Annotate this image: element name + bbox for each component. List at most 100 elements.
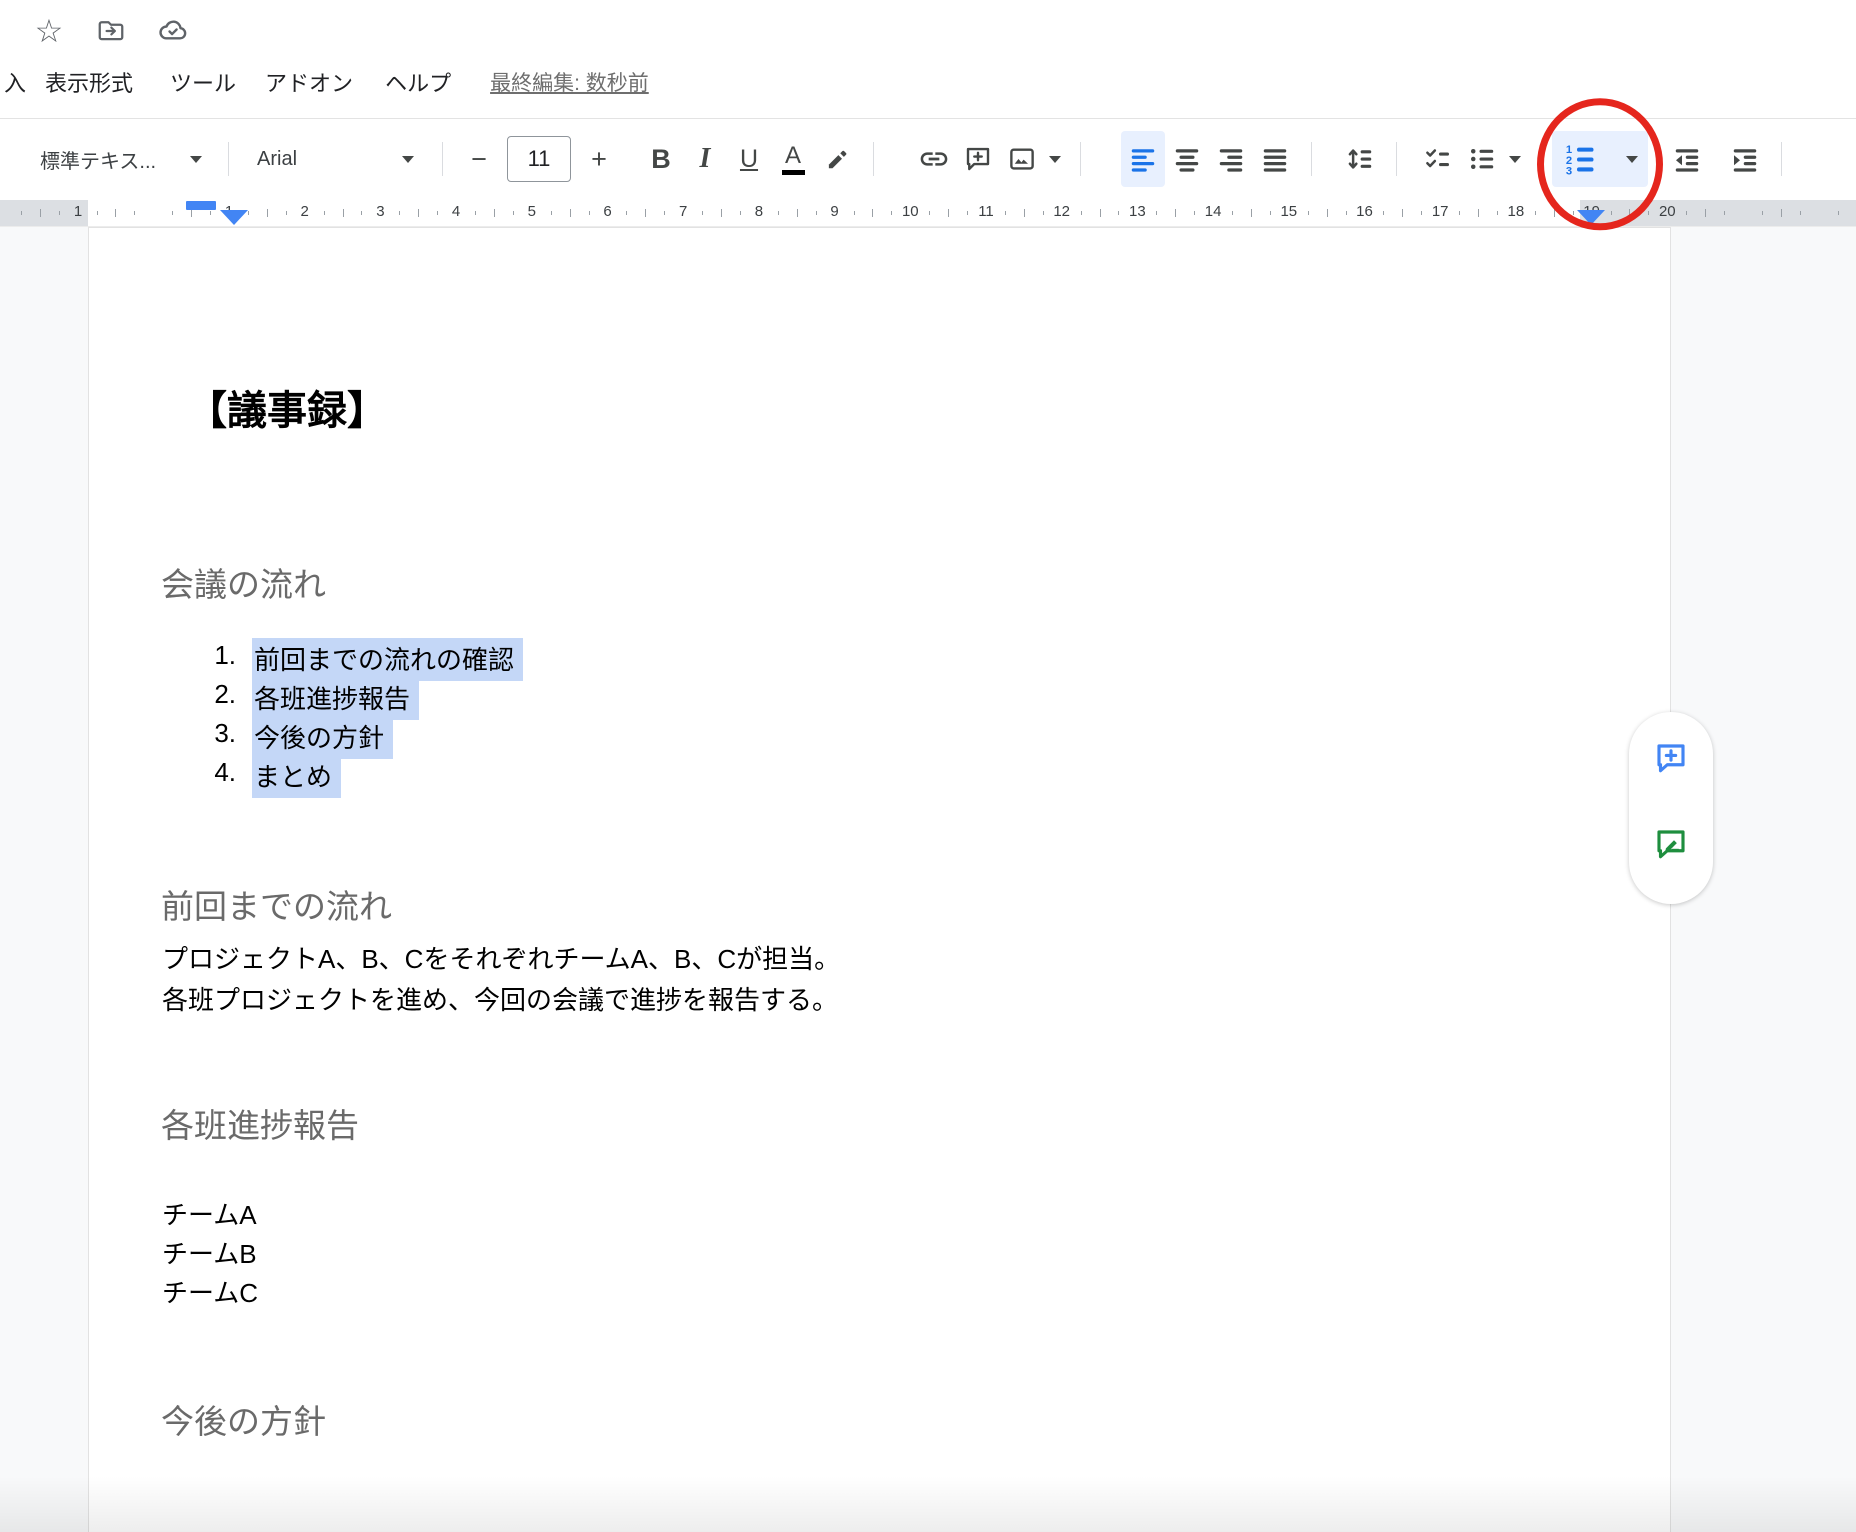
ruler-number: 3 xyxy=(365,203,395,220)
numbered-list-icon: 1 2 3 xyxy=(1562,141,1598,177)
justify-button[interactable] xyxy=(1253,131,1297,187)
increase-indent-button[interactable] xyxy=(1723,131,1767,187)
insert-image-button[interactable] xyxy=(1000,131,1044,187)
text-color-icon: A xyxy=(782,144,805,175)
list-number: 1. xyxy=(186,640,236,671)
list-item[interactable]: 3. 今後の方針 xyxy=(89,718,1670,757)
ruler-number: 2 xyxy=(290,203,320,220)
document-background: 【議事録】 会議の流れ 1. 前回までの流れの確認 2. 各班進捗報告 3. 今… xyxy=(0,227,1856,1532)
increase-font-size-button[interactable]: + xyxy=(577,131,621,187)
comment-add-icon xyxy=(963,144,993,174)
left-indent-marker[interactable] xyxy=(220,210,248,225)
heading-previous-flow[interactable]: 前回までの流れ xyxy=(161,880,392,928)
numbered-list-button-active[interactable]: 1 2 3 xyxy=(1552,131,1648,187)
link-icon xyxy=(918,143,950,175)
ruler-number: 4 xyxy=(441,203,471,220)
italic-button[interactable]: I xyxy=(683,131,727,187)
decrease-indent-button[interactable] xyxy=(1665,131,1709,187)
highlight-color-button[interactable] xyxy=(815,131,859,187)
font-family-dropdown[interactable]: Arial xyxy=(243,131,428,187)
toolbar-divider xyxy=(1080,142,1081,176)
toolbar-divider xyxy=(873,142,874,176)
menu-item-tools[interactable]: ツール xyxy=(170,66,236,98)
ruler-number: 11 xyxy=(971,203,1001,220)
ruler-number: 15 xyxy=(1274,203,1304,220)
menu-item-insert-cut[interactable]: 入 xyxy=(4,66,26,98)
list-number: 4. xyxy=(186,757,236,788)
ruler-number: 13 xyxy=(1122,203,1152,220)
selected-text[interactable]: 今後の方針 xyxy=(252,716,393,759)
last-edited-link[interactable]: 最終編集: 数秒前 xyxy=(490,67,649,97)
toolbar-divider xyxy=(228,142,229,176)
move-folder-button[interactable] xyxy=(92,12,130,50)
insert-link-button[interactable] xyxy=(912,131,956,187)
ruler-number: 6 xyxy=(593,203,623,220)
ruler-number: 16 xyxy=(1350,203,1380,220)
align-center-button[interactable] xyxy=(1165,131,1209,187)
right-indent-marker[interactable] xyxy=(1577,210,1605,225)
body-paragraph[interactable]: プロジェクトA、B、CをそれぞれチームA、B、Cが担当。 各班プロジェクトを進め… xyxy=(162,939,840,1021)
list-item[interactable]: 4. まとめ xyxy=(89,757,1670,796)
star-button[interactable]: ☆ xyxy=(30,12,68,50)
ruler-number: 8 xyxy=(744,203,774,220)
selected-text[interactable]: 各班進捗報告 xyxy=(252,677,419,720)
agenda-numbered-list: 1. 前回までの流れの確認 2. 各班進捗報告 3. 今後の方針 4. まとめ xyxy=(89,640,1670,796)
document-title-text[interactable]: 【議事録】 xyxy=(187,378,387,436)
cloud-saved-button[interactable] xyxy=(154,12,192,50)
align-right-button[interactable] xyxy=(1209,131,1253,187)
toolbar-divider xyxy=(442,142,443,176)
move-folder-icon xyxy=(96,16,126,46)
document-page[interactable]: 【議事録】 会議の流れ 1. 前回までの流れの確認 2. 各班進捗報告 3. 今… xyxy=(88,227,1671,1532)
decrease-font-size-button[interactable]: − xyxy=(457,131,501,187)
list-text: まとめ xyxy=(254,757,341,794)
list-text: 前回までの流れの確認 xyxy=(254,640,523,677)
add-comment-floating-button[interactable] xyxy=(1651,738,1691,778)
chevron-down-icon xyxy=(1509,156,1521,163)
line-spacing-button[interactable] xyxy=(1338,131,1382,187)
underline-button[interactable]: U xyxy=(727,131,771,187)
ruler-number: 9 xyxy=(820,203,850,220)
heading-team-progress[interactable]: 各班進捗報告 xyxy=(161,1099,359,1147)
edit-comment-icon xyxy=(1653,826,1689,862)
menu-item-addons[interactable]: アドオン xyxy=(265,66,353,98)
ruler-number: 20 xyxy=(1652,203,1682,220)
team-line: チームB xyxy=(162,1235,258,1274)
chevron-down-icon xyxy=(1049,156,1061,163)
ruler-number: 7 xyxy=(668,203,698,220)
list-item[interactable]: 2. 各班進捗報告 xyxy=(89,679,1670,718)
selected-text[interactable]: まとめ xyxy=(252,755,341,798)
team-list[interactable]: チームA チームB チームC xyxy=(162,1196,258,1313)
bulleted-list-button[interactable] xyxy=(1460,131,1504,187)
suggest-edit-floating-button[interactable] xyxy=(1651,824,1691,864)
insert-image-dropdown[interactable] xyxy=(1044,131,1066,187)
cloud-check-icon xyxy=(157,15,189,47)
ruler-number: 10 xyxy=(895,203,925,220)
add-comment-button[interactable] xyxy=(956,131,1000,187)
bold-button[interactable]: B xyxy=(639,131,683,187)
selected-text[interactable]: 前回までの流れの確認 xyxy=(252,638,523,681)
menu-item-format[interactable]: 表示形式 xyxy=(45,66,133,98)
align-center-icon xyxy=(1172,144,1202,174)
justify-icon xyxy=(1260,144,1290,174)
first-line-indent-marker[interactable] xyxy=(186,201,216,210)
comment-add-icon xyxy=(1653,740,1689,776)
checklist-button[interactable] xyxy=(1416,131,1460,187)
heading-future-policy[interactable]: 今後の方針 xyxy=(161,1395,326,1443)
ruler-number: 12 xyxy=(1047,203,1077,220)
text-color-button[interactable]: A xyxy=(771,131,815,187)
menu-item-help[interactable]: ヘルプ xyxy=(385,66,451,98)
align-left-button[interactable] xyxy=(1121,131,1165,187)
bulleted-list-dropdown[interactable] xyxy=(1504,131,1526,187)
team-line: チームC xyxy=(162,1274,258,1313)
highlighter-icon xyxy=(822,144,852,174)
line-spacing-icon xyxy=(1345,144,1375,174)
increase-indent-icon xyxy=(1730,144,1760,174)
list-item[interactable]: 1. 前回までの流れの確認 xyxy=(89,640,1670,679)
font-family-value: Arial xyxy=(257,148,297,171)
paragraph-style-dropdown[interactable]: 標準テキス... xyxy=(34,131,214,187)
list-text: 各班進捗報告 xyxy=(254,679,419,716)
ruler-number: 17 xyxy=(1425,203,1455,220)
ruler-margin-number: 1 xyxy=(63,203,93,220)
heading-meeting-flow[interactable]: 会議の流れ xyxy=(161,558,326,606)
font-size-input[interactable]: 11 xyxy=(507,136,571,182)
